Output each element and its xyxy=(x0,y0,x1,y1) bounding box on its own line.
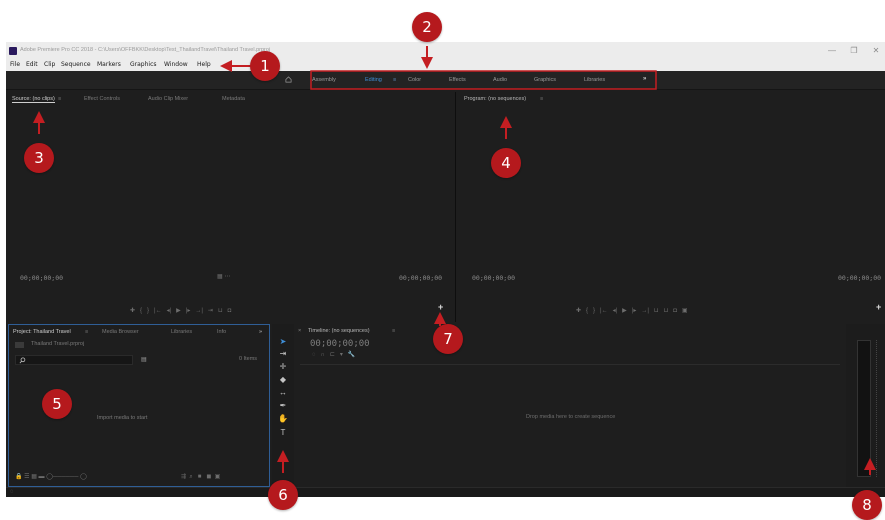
restore-button[interactable]: ❐ xyxy=(846,45,862,57)
tab-info[interactable]: Info xyxy=(217,329,226,335)
callout-7: 7 xyxy=(433,324,463,354)
program-duration-timecode: 00;00;00;00 xyxy=(838,274,882,282)
title-bar: Adobe Premiere Pro CC 2018 - C:\Users\OF… xyxy=(6,42,885,60)
razor-tool-icon[interactable]: ◆ xyxy=(278,375,288,385)
status-bar-icon: ◌ xyxy=(10,489,14,495)
menu-edit[interactable]: Edit xyxy=(26,61,38,68)
new-search-bin-icon[interactable]: ▤ xyxy=(141,356,147,363)
home-icon[interactable] xyxy=(285,76,292,83)
tab-media-browser[interactable]: Media Browser xyxy=(102,329,139,335)
workspace-tab-effects[interactable]: Effects xyxy=(449,77,466,83)
audio-meter-panel xyxy=(846,324,885,487)
premiere-window: Adobe Premiere Pro CC 2018 - C:\Users\OF… xyxy=(6,42,885,497)
ripple-edit-tool-icon[interactable]: ✛ xyxy=(278,362,288,372)
project-search-input[interactable] xyxy=(15,355,133,365)
menu-graphics[interactable]: Graphics xyxy=(130,61,157,68)
workspace-tab-color[interactable]: Color xyxy=(408,77,421,83)
tab-program[interactable]: Program: (no sequences) xyxy=(464,96,526,102)
callout-3: 3 xyxy=(24,143,54,173)
project-panel-menu-icon[interactable]: ≡ xyxy=(85,329,88,335)
premiere-logo-icon xyxy=(9,47,17,55)
source-playhead-timecode[interactable]: 00;00;00;00 xyxy=(20,274,63,282)
callout-5: 5 xyxy=(42,389,72,419)
tab-audio-clip-mixer[interactable]: Audio Clip Mixer xyxy=(148,96,188,102)
program-panel-menu-icon[interactable]: ≡ xyxy=(540,96,543,102)
tab-source[interactable]: Source: (no clips) xyxy=(12,96,55,103)
search-icon xyxy=(19,357,26,364)
tab-effect-controls[interactable]: Effect Controls xyxy=(84,96,120,102)
type-tool-icon[interactable]: T xyxy=(278,428,288,438)
hand-tool-icon[interactable]: ✋ xyxy=(278,414,288,424)
callout-4: 4 xyxy=(491,148,521,178)
tab-timeline[interactable]: Timeline: (no sequences) xyxy=(308,328,370,334)
program-monitor-panel: Program: (no sequences) ≡ 00;00;00;00 00… xyxy=(458,92,885,322)
program-transport-controls[interactable]: ✚ { } |← ◂| ▶ |▸ →| ⊔ ⊔ ◘ ▣ xyxy=(576,307,688,314)
workspace-tab-assembly[interactable]: Assembly xyxy=(312,77,336,83)
project-file-icon xyxy=(15,342,24,348)
source-duration-timecode: 00;00;00;00 xyxy=(399,274,443,282)
menu-bar: File Edit Clip Sequence Markers Graphics… xyxy=(6,60,885,71)
program-playhead-timecode[interactable]: 00;00;00;00 xyxy=(472,274,515,282)
project-bottom-actions[interactable]: ⇶ ⌕ ■ ◼ ▣ xyxy=(181,473,220,481)
menu-clip[interactable]: Clip xyxy=(44,61,55,68)
timeline-panel: × Timeline: (no sequences) ≡ 00;00;00;00… xyxy=(296,324,844,487)
menu-markers[interactable]: Markers xyxy=(97,61,121,68)
window-title: Adobe Premiere Pro CC 2018 - C:\Users\OF… xyxy=(20,47,271,53)
track-select-tool-icon[interactable]: ⇥ xyxy=(278,349,288,359)
source-transport-controls[interactable]: ✚ { } |← ◂| ▶ |▸ →| ⇥ ⊔ ◘ xyxy=(130,307,231,314)
menu-file[interactable]: File xyxy=(10,61,20,68)
workspace-tab-audio[interactable]: Audio xyxy=(493,77,507,83)
menu-help[interactable]: Help xyxy=(197,61,211,68)
source-panel-menu-icon[interactable]: ≡ xyxy=(58,96,61,102)
callout-1: 1 xyxy=(250,51,280,81)
source-fit-settings-icon[interactable]: ▦ ⋯ xyxy=(217,273,230,280)
source-button-editor-icon[interactable]: + xyxy=(438,302,443,312)
pen-tool-icon[interactable]: ✒ xyxy=(278,401,288,411)
minimize-button[interactable]: — xyxy=(824,45,840,57)
more-workspaces-button[interactable]: » xyxy=(643,76,646,82)
status-bar: ◌ xyxy=(6,487,885,497)
workspaces-bar: Assembly Editing ≡ Color Effects Audio G… xyxy=(6,71,885,90)
close-button[interactable]: ✕ xyxy=(868,45,884,57)
selection-tool-icon[interactable]: ➤ xyxy=(278,337,288,347)
workspace-tab-graphics[interactable]: Graphics xyxy=(534,77,556,83)
slip-tool-icon[interactable]: ↔ xyxy=(278,388,288,398)
timeline-empty-message[interactable]: Drop media here to create sequence xyxy=(526,414,615,420)
timeline-ruler-divider xyxy=(300,364,840,365)
project-empty-message[interactable]: Import media to start xyxy=(97,415,147,421)
tab-libraries[interactable]: Libraries xyxy=(171,329,192,335)
tab-metadata[interactable]: Metadata xyxy=(222,96,245,102)
project-file-name: Thailand Travel.prproj xyxy=(31,341,85,347)
project-view-controls[interactable]: 🔒 ☰ ▦ ▬ ◯────── ◯ xyxy=(15,473,87,480)
timeline-tool-icons[interactable]: ◌ ∩ ⊏ ▾ 🔧 xyxy=(312,351,355,358)
panel-overflow-icon[interactable]: » xyxy=(259,329,262,335)
workspace-tab-libraries[interactable]: Libraries xyxy=(584,77,605,83)
callout-8: 8 xyxy=(852,490,882,520)
audio-meter-scale xyxy=(876,340,879,477)
program-button-editor-icon[interactable]: + xyxy=(876,302,881,312)
menu-window[interactable]: Window xyxy=(164,61,188,68)
menu-sequence[interactable]: Sequence xyxy=(61,61,91,68)
timeline-timecode[interactable]: 00;00;00;00 xyxy=(310,339,370,349)
callout-6: 6 xyxy=(268,480,298,510)
tab-project[interactable]: Project: Thailand Travel xyxy=(13,329,71,335)
workspace-tab-editing[interactable]: Editing xyxy=(365,77,382,83)
callout-2: 2 xyxy=(412,12,442,42)
close-timeline-icon[interactable]: × xyxy=(298,328,301,334)
source-monitor-panel: Source: (no clips) ≡ Effect Controls Aud… xyxy=(8,92,456,322)
audio-meter xyxy=(857,340,871,477)
timeline-panel-menu-icon[interactable]: ≡ xyxy=(392,328,395,334)
project-item-count: 0 Items xyxy=(239,356,258,362)
workspace-menu-icon[interactable]: ≡ xyxy=(393,77,396,83)
